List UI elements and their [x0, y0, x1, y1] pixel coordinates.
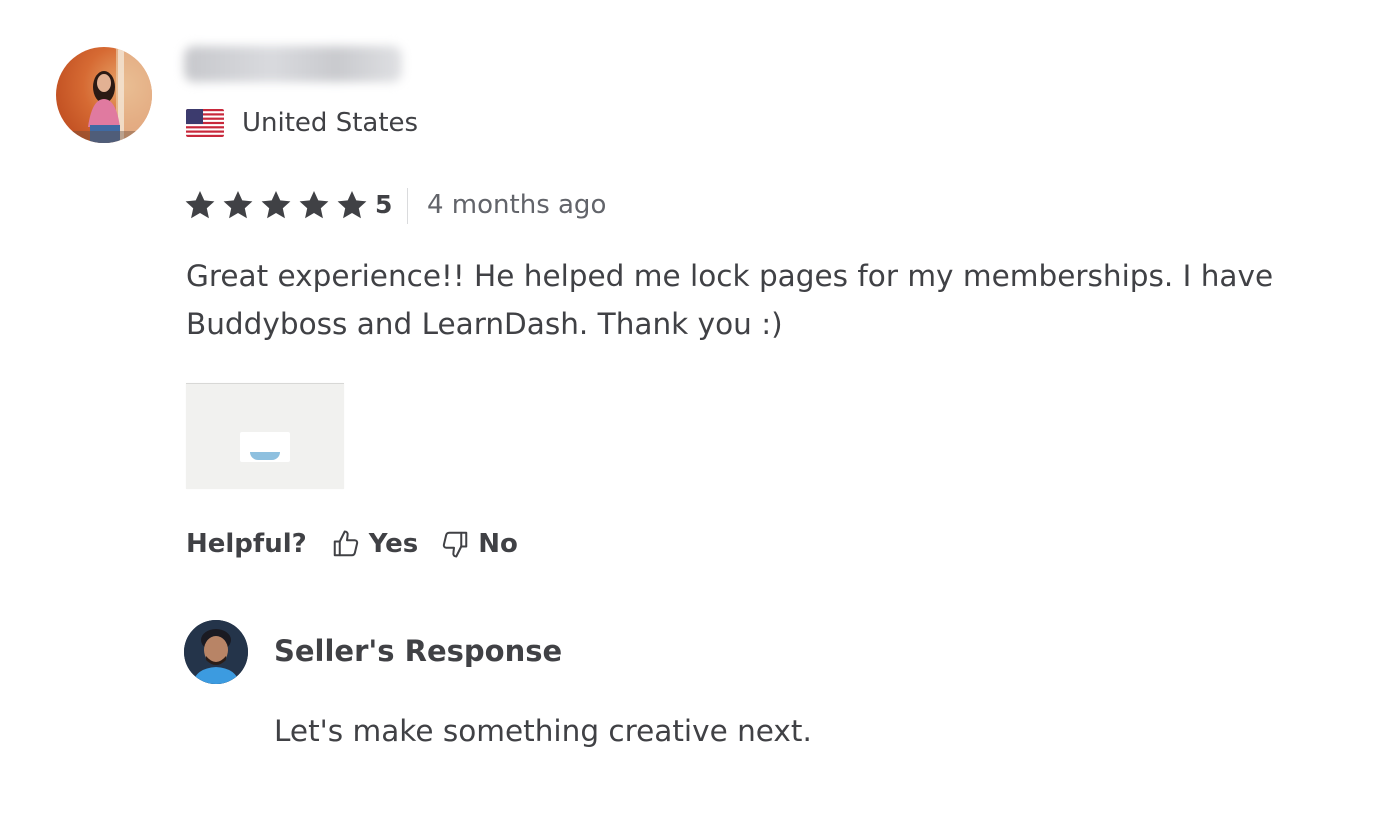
reviewer-country: United States — [242, 108, 419, 138]
thumbs-down-icon — [443, 531, 468, 558]
star-icon — [299, 191, 329, 219]
rating-divider — [407, 188, 408, 224]
reviewer-photo — [56, 47, 152, 143]
thumbs-up-icon — [333, 530, 358, 557]
review-text: Great experience!! He helped me lock pag… — [186, 259, 1274, 341]
star-icon — [337, 191, 367, 219]
review-time: 4 months ago — [427, 190, 607, 220]
star-icon — [185, 191, 215, 219]
attachment-preview — [240, 432, 290, 462]
reviewer-avatar[interactable] — [56, 47, 152, 143]
review-attachment-thumbnail[interactable] — [186, 383, 344, 489]
helpful-label: Helpful? — [186, 529, 307, 559]
seller-avatar[interactable] — [184, 620, 248, 684]
star-icon — [261, 191, 291, 219]
star-icon — [223, 191, 253, 219]
helpful-bar: Helpful? Yes No — [186, 526, 518, 562]
helpful-no-label: No — [478, 529, 518, 559]
helpful-no-button[interactable]: No — [440, 526, 518, 562]
helpful-yes-button[interactable]: Yes — [331, 526, 419, 562]
star-rating — [184, 189, 368, 221]
seller-response-text: Let's make something creative next. — [274, 714, 812, 748]
us-flag-icon — [186, 109, 224, 137]
seller-photo — [184, 620, 248, 684]
reviewer-username-blurred — [184, 46, 402, 82]
rating-value: 5 — [375, 190, 393, 219]
seller-response-title: Seller's Response — [274, 634, 563, 668]
helpful-yes-label: Yes — [368, 529, 419, 559]
